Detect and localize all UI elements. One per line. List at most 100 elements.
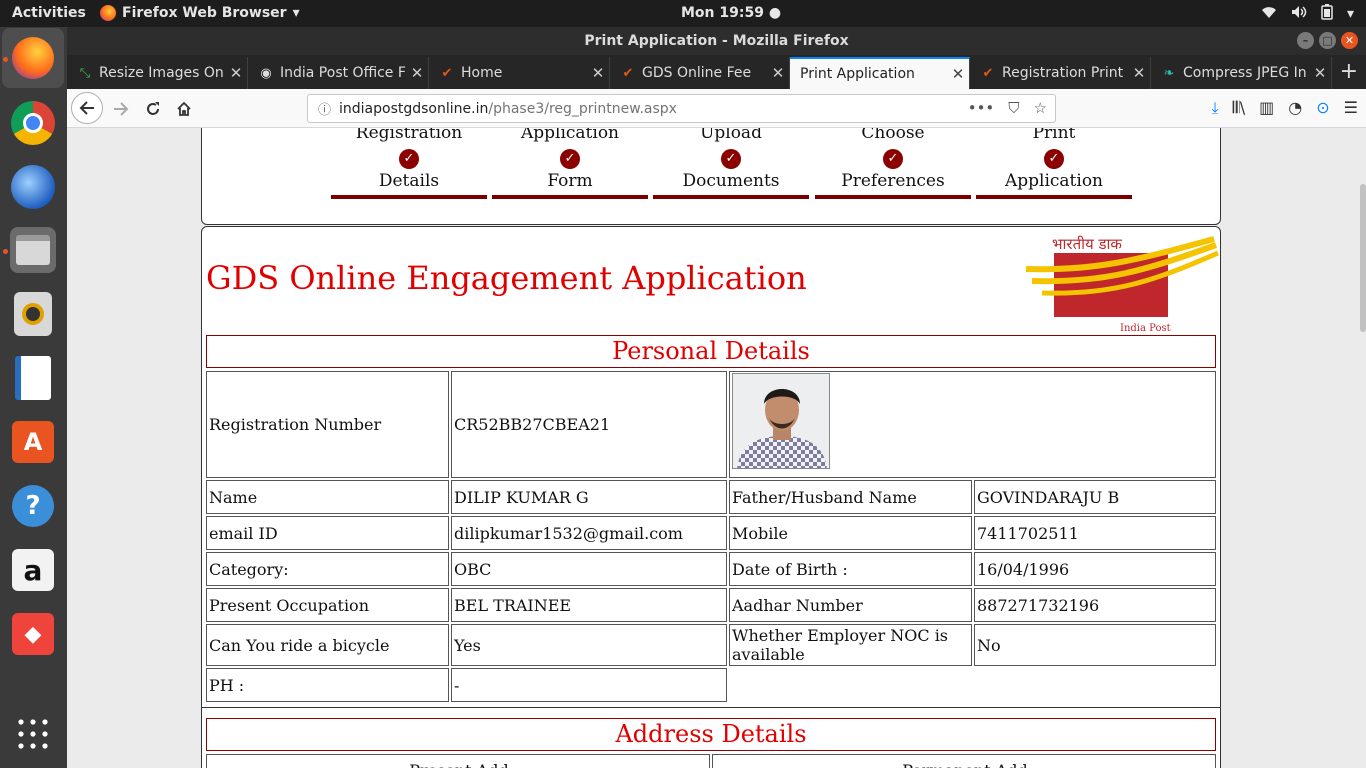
tab-compress-jpeg[interactable]: ❧ Compress JPEG In ✕ [1151,57,1332,89]
section-divider [202,707,1220,708]
window-title-bar[interactable]: Print Application - Mozilla Firefox – □ … [67,27,1366,55]
new-tab-button[interactable]: + [1340,59,1358,84]
chevron-down-icon: ▾ [1346,6,1354,22]
chrome-icon [11,101,55,145]
tab-gds-online-fee[interactable]: ✔ GDS Online Fee ✕ [610,57,790,89]
document-icon [15,356,51,400]
label-date-of-birth: Date of Birth : [729,552,972,586]
download-icon[interactable]: ⤓ [1212,98,1219,118]
step-label-line1: Upload [700,128,762,143]
step-label-line2: Application [1004,171,1104,191]
clock[interactable]: Mon 19:59 ● [681,5,781,21]
ubuntu-dock: A ? a ◆ [0,27,67,768]
step-label-line1: Application [520,128,620,143]
dock-chrome[interactable] [10,100,56,146]
present-address-header: Present Add [206,754,710,768]
pocket-icon[interactable]: ⛉ [1008,99,1019,117]
show-applications-button[interactable] [10,713,56,759]
bookmark-star-icon[interactable]: ☆ [1034,99,1047,117]
dock-software[interactable]: A [10,419,56,465]
system-top-bar: Activities Firefox Web Browser ▾ Mon 19:… [0,0,1366,27]
app-menu[interactable]: Firefox Web Browser ▾ [100,5,300,21]
label-mobile: Mobile [729,516,972,550]
step-bar [492,195,648,199]
tab-registration-print[interactable]: ✔ Registration Print ✕ [970,57,1151,89]
value-aadhar-number: 887271732196 [974,588,1216,622]
tab-print-application[interactable]: Print Application ✕ [790,57,970,89]
library-icon[interactable]: 𝄃𝄃\ [1233,98,1246,118]
tab-india-post[interactable]: ◉ India Post Office F ✕ [248,57,429,89]
running-indicator [3,249,8,254]
step-label-line2: Details [378,171,440,191]
step-label-line2: Documents [682,171,780,191]
home-button[interactable] [170,95,198,123]
tab-label: Print Application [800,66,915,82]
step-bar [815,195,971,199]
dock-writer[interactable] [10,355,56,401]
firefox-icon [100,5,116,21]
dock-thunderbird[interactable] [10,164,56,210]
back-arrow-icon [79,101,94,115]
dock-rhythmbox[interactable] [10,291,56,337]
volume-icon [1291,5,1307,23]
applicant-photo [732,373,830,469]
close-tab-icon[interactable]: ✕ [1128,64,1150,82]
maximize-button[interactable]: □ [1319,32,1336,49]
close-tab-icon[interactable]: ✕ [1309,64,1331,82]
page-scrollbar[interactable] [1360,184,1366,332]
tab-label: Registration Print [1002,65,1124,81]
step-label-line1: Registration [355,128,463,143]
application-form: GDS Online Engagement Application भारतीय… [201,226,1221,768]
battery-icon [1321,4,1333,24]
wifi-icon [1261,5,1277,23]
system-tray[interactable]: ▾ [1261,4,1354,24]
back-button[interactable] [71,92,103,124]
toolbar-icons: ⤓ 𝄃𝄃\ ▥ ◔ ⊙ ☰ [1212,98,1358,118]
value-ph: - [451,668,727,702]
dock-amazon[interactable]: a [10,547,56,593]
checkmark-icon: ✔ [982,65,994,81]
india-post-logo: भारतीय डाक India Post [1024,231,1220,334]
minimize-button[interactable]: – [1297,32,1314,49]
home-icon [177,101,191,116]
value-father-husband-name: GOVINDARAJU B [974,480,1216,514]
close-tab-icon[interactable]: ✕ [406,64,428,82]
value-date-of-birth: 16/04/1996 [974,552,1216,586]
close-tab-icon[interactable]: ✕ [767,64,789,82]
close-tab-icon[interactable]: ✕ [225,64,247,82]
forward-button[interactable] [107,95,135,123]
extension-icon[interactable]: ⊙ [1316,98,1329,118]
dock-firefox[interactable] [2,28,64,88]
value-registration-number: CR52BB27CBEA21 [451,371,727,478]
dock-help[interactable]: ? [10,483,56,529]
logo-english-text: India Post [1120,323,1171,333]
sidebar-icon[interactable]: ▥ [1259,98,1274,118]
check-circle-icon: ✓ [721,149,741,169]
close-tab-icon[interactable]: ✕ [587,64,609,82]
label-name: Name [206,480,449,514]
hamburger-menu-icon[interactable]: ☰ [1344,98,1358,118]
progress-steps: Registration ✓ Details Application ✓ For… [201,128,1221,225]
firefox-icon [12,37,54,79]
close-tab-icon[interactable]: ✕ [947,65,969,83]
url-actions: ••• ⛉ ☆ [968,99,1047,117]
tab-label: GDS Online Fee [642,65,752,81]
dock-anydesk[interactable]: ◆ [10,611,56,657]
step-bar [331,195,487,199]
tab-home[interactable]: ✔ Home ✕ [429,57,610,89]
help-icon: ? [12,485,54,527]
leaf-icon: ❧ [1163,65,1175,81]
dock-files[interactable] [10,227,56,273]
info-icon[interactable]: ⓘ [318,99,331,118]
reload-button[interactable] [139,95,167,123]
close-window-button[interactable]: ✕ [1341,32,1358,49]
page-title: GDS Online Engagement Application [206,259,807,297]
account-icon[interactable]: ◔ [1288,98,1302,118]
activities-button[interactable]: Activities [12,5,86,21]
check-circle-icon: ✓ [560,149,580,169]
url-bar[interactable]: ⓘ indiapostgdsonline.in/phase3/reg_print… [307,94,1056,123]
page-actions-icon[interactable]: ••• [968,99,995,117]
tab-resize-images[interactable]: ⤡ Resize Images Onl ✕ [67,57,248,89]
page-viewport: Registration ✓ Details Application ✓ For… [67,128,1366,768]
files-icon [16,235,50,265]
